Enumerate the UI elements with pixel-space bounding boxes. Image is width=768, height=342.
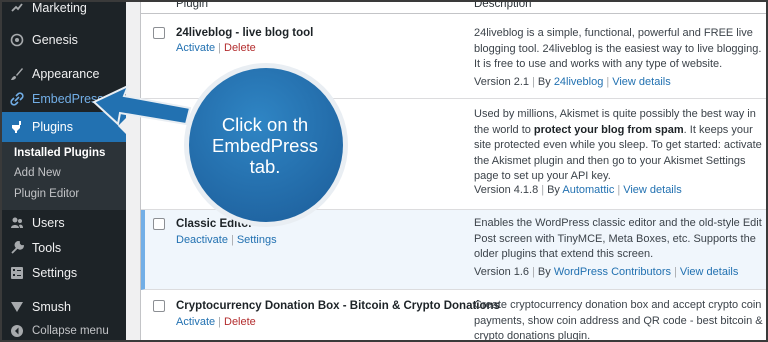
sidebar-item-label: Collapse menu [32,325,109,337]
plugin-version: Version 1.6 [474,266,530,278]
plugin-version-line: Version 1.6 | By WordPress Contributors | Vi… [474,266,739,278]
view-details-link[interactable]: View details [680,266,739,278]
plugin-name: Classic Editor [176,218,253,230]
plugin-name: 24liveblog - live blog tool [176,27,314,39]
sidebar-item-genesis[interactable]: Genesis [2,28,126,52]
row-actions: Activate | Delete [176,42,256,54]
author-link[interactable]: 24liveblog [554,76,604,88]
sidebar-item-label: Genesis [32,33,78,47]
sidebar-item-label: Smush [32,300,71,314]
users-icon [2,216,32,230]
screenshot-frame: Marketing Genesis Appearance EmbedPress … [0,0,768,342]
table-row: 24liveblog - live blog tool Activate | Del… [141,15,766,99]
smush-icon [2,300,32,314]
row-checkbox[interactable] [153,300,165,312]
sidebar-item-label: Tools [32,241,62,255]
deactivate-link[interactable]: Deactivate [176,234,228,246]
marketing-icon [2,2,32,15]
collapse-menu-button[interactable]: Collapse menu [2,319,126,340]
settings-icon [2,266,32,280]
sidebar-item-smush[interactable]: Smush [2,295,126,319]
callout-text: Click on th EmbedPress tab. [212,114,318,177]
submenu-plugin-editor[interactable]: Plugin Editor [14,188,79,200]
plugin-version: Version 4.1.8 [474,184,539,196]
sidebar-item-label: Plugins [32,120,73,134]
plugin-description: Create cryptocurrency donation box and a… [474,299,763,342]
collapse-icon [2,324,32,338]
by-text: By [537,266,551,278]
table-header: Plugin Description [141,0,766,14]
author-link[interactable]: Automattic [562,184,614,196]
sidebar-item-label: EmbedPress [32,92,104,106]
plugin-version: Version 2.1 [474,76,530,88]
delete-link[interactable]: Delete [224,316,256,328]
column-header-description: Description [474,0,532,10]
sidebar-item-appearance[interactable]: Appearance [2,62,126,86]
row-checkbox[interactable] [153,27,165,39]
plugin-description: Enables the WordPress classic editor and… [474,217,762,260]
plugins-icon [2,120,32,134]
sidebar-item-marketing[interactable]: Marketing [2,1,126,20]
table-row-active: Classic Editor Deactivate | Settings Enabl… [141,210,766,290]
plugin-name: Cryptocurrency Donation Box - Bitcoin & … [176,300,500,312]
sidebar-item-label: Appearance [32,67,100,81]
view-details-link[interactable]: View details [612,76,671,88]
row-actions: Activate | Delete [176,316,256,328]
current-menu-pointer [118,118,126,134]
column-header-plugin[interactable]: Plugin [176,2,208,10]
plugin-version-line: Version 4.1.8 | By Automattic | View details [474,184,682,196]
sidebar-item-users[interactable]: Users [2,211,126,235]
sidebar-item-settings[interactable]: Settings [2,261,126,285]
sidebar-item-tools[interactable]: Tools [2,236,126,260]
genesis-icon [2,33,32,47]
embedpress-icon [2,92,32,106]
submenu-add-new[interactable]: Add New [14,167,61,179]
plugin-version-line: Version 2.1 | By 24liveblog | View details [474,76,671,88]
activate-link[interactable]: Activate [176,42,215,54]
author-link[interactable]: WordPress Contributors [554,266,671,278]
activate-link[interactable]: Activate [176,316,215,328]
settings-link[interactable]: Settings [237,234,277,246]
by-text: By [547,184,560,196]
plugin-description: 24liveblog is a simple, functional, powe… [474,27,762,70]
sidebar-item-label: Marketing [32,1,87,15]
wrench-icon [2,241,32,255]
submenu-installed-plugins[interactable]: Installed Plugins [14,147,105,159]
sidebar-item-embedpress[interactable]: EmbedPress [2,87,126,111]
sidebar-item-plugins[interactable]: Plugins [2,112,126,142]
view-details-link[interactable]: View details [623,184,682,196]
sidebar-item-label: Settings [32,266,78,280]
by-text: By [537,76,551,88]
row-checkbox[interactable] [153,218,165,230]
plugin-description: Used by millions, Akismet is quite possi… [474,108,762,182]
paintbrush-icon [2,67,32,81]
table-row: Cryptocurrency Donation Box - Bitcoin & … [141,290,766,342]
plugins-submenu: Installed Plugins Add New Plugin Editor [2,142,126,210]
sidebar-item-label: Users [32,216,65,230]
row-actions: Deactivate | Settings [176,234,277,246]
admin-sidebar: Marketing Genesis Appearance EmbedPress … [2,1,126,340]
delete-link[interactable]: Delete [224,42,256,54]
